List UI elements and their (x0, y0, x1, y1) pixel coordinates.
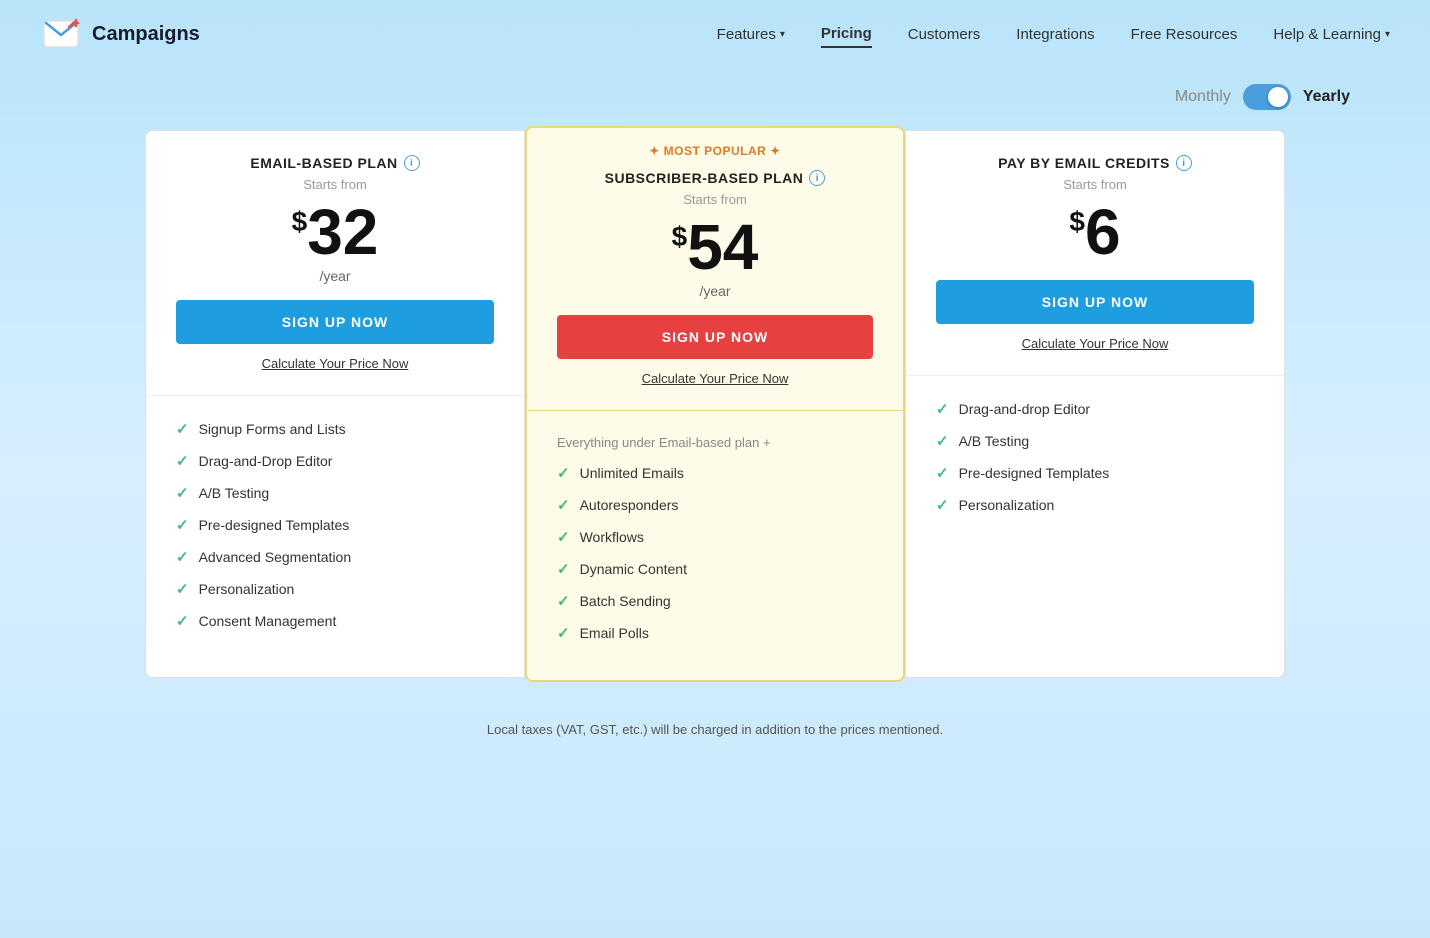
logo-text: Campaigns (92, 23, 200, 46)
billing-toggle-wrapper: Monthly Yearly (0, 68, 1430, 120)
popular-badge: ✦ MOST POPULAR ✦ (527, 128, 903, 164)
check-icon: ✓ (936, 432, 949, 450)
nav-links: Features ▾ Pricing Customers Integration… (717, 21, 1390, 48)
check-icon: ✓ (936, 496, 949, 514)
feature-intro-subscriber: Everything under Email-based plan + (557, 435, 873, 450)
logo[interactable]: Campaigns (40, 13, 200, 55)
toggle-thumb (1268, 87, 1288, 107)
price-period-email: /year (176, 268, 494, 284)
plan-pay-credits: PAY BY EMAIL CREDITS i Starts from $ 6 S… (905, 130, 1285, 678)
footer-note: Local taxes (VAT, GST, etc.) will be cha… (0, 708, 1430, 747)
plan-name-email: EMAIL-BASED PLAN i (176, 155, 494, 171)
feature-item: ✓ Autoresponders (557, 496, 873, 514)
starts-from-credits: Starts from (936, 177, 1254, 192)
plan-subscriber-based: ✦ MOST POPULAR ✦ SUBSCRIBER-BASED PLAN i… (525, 126, 905, 682)
feature-item: ✓ Signup Forms and Lists (176, 420, 494, 438)
chevron-down-icon: ▾ (1385, 29, 1390, 40)
plan-name-credits: PAY BY EMAIL CREDITS i (936, 155, 1254, 171)
starts-from-subscriber: Starts from (557, 192, 873, 207)
logo-icon (40, 13, 82, 55)
price-dollar-subscriber: $ (672, 221, 688, 253)
check-icon: ✓ (557, 464, 570, 482)
price-display-credits: $ 6 (936, 200, 1254, 264)
check-icon: ✓ (557, 528, 570, 546)
plan-email-based: EMAIL-BASED PLAN i Starts from $ 32 /yea… (145, 130, 525, 678)
price-dollar-email: $ (292, 206, 308, 238)
monthly-label: Monthly (1175, 88, 1231, 106)
info-icon-credits[interactable]: i (1176, 155, 1192, 171)
check-icon: ✓ (557, 496, 570, 514)
feature-item: ✓ Pre-designed Templates (936, 464, 1254, 482)
sign-up-credits-button[interactable]: SIGN UP NOW (936, 280, 1254, 324)
feature-item: ✓ Email Polls (557, 624, 873, 642)
check-icon: ✓ (176, 548, 189, 566)
calc-link-email[interactable]: Calculate Your Price Now (176, 356, 494, 375)
check-icon: ✓ (176, 516, 189, 534)
feature-item: ✓ A/B Testing (936, 432, 1254, 450)
nav-pricing[interactable]: Pricing (821, 21, 872, 48)
check-icon: ✓ (176, 420, 189, 438)
check-icon: ✓ (176, 484, 189, 502)
feature-item: ✓ Advanced Segmentation (176, 548, 494, 566)
plan-name-subscriber: SUBSCRIBER-BASED PLAN i (557, 170, 873, 186)
plan-top-credits: PAY BY EMAIL CREDITS i Starts from $ 6 S… (906, 131, 1284, 376)
billing-toggle[interactable] (1243, 84, 1291, 110)
check-icon: ✓ (936, 400, 949, 418)
feature-item: ✓ Pre-designed Templates (176, 516, 494, 534)
check-icon: ✓ (557, 592, 570, 610)
calc-link-subscriber[interactable]: Calculate Your Price Now (557, 371, 873, 390)
check-icon: ✓ (557, 560, 570, 578)
price-period-subscriber: /year (557, 283, 873, 299)
price-amount-credits: 6 (1085, 200, 1121, 264)
price-amount-email: 32 (307, 200, 378, 264)
sign-up-email-button[interactable]: SIGN UP NOW (176, 300, 494, 344)
price-dollar-credits: $ (1069, 206, 1085, 238)
check-icon: ✓ (176, 612, 189, 630)
feature-item: ✓ Workflows (557, 528, 873, 546)
starts-from-email: Starts from (176, 177, 494, 192)
nav-help[interactable]: Help & Learning ▾ (1273, 22, 1390, 47)
nav-features[interactable]: Features ▾ (717, 22, 785, 47)
check-icon: ✓ (936, 464, 949, 482)
feature-item: ✓ Personalization (176, 580, 494, 598)
plan-features-credits: ✓ Drag-and-drop Editor ✓ A/B Testing ✓ P… (906, 376, 1284, 677)
feature-item: ✓ A/B Testing (176, 484, 494, 502)
check-icon: ✓ (176, 452, 189, 470)
price-amount-subscriber: 54 (687, 215, 758, 279)
info-icon-subscriber[interactable]: i (809, 170, 825, 186)
calc-link-credits[interactable]: Calculate Your Price Now (936, 336, 1254, 355)
nav-integrations[interactable]: Integrations (1016, 22, 1094, 47)
nav-free-resources[interactable]: Free Resources (1131, 22, 1238, 47)
price-display-subscriber: $ 54 (557, 215, 873, 279)
feature-item: ✓ Drag-and-Drop Editor (176, 452, 494, 470)
pricing-section: EMAIL-BASED PLAN i Starts from $ 32 /yea… (0, 120, 1430, 708)
feature-item: ✓ Drag-and-drop Editor (936, 400, 1254, 418)
yearly-label: Yearly (1303, 88, 1350, 106)
plan-features-email: ✓ Signup Forms and Lists ✓ Drag-and-Drop… (146, 396, 524, 677)
feature-item: ✓ Consent Management (176, 612, 494, 630)
nav-customers[interactable]: Customers (908, 22, 981, 47)
chevron-down-icon: ▾ (780, 29, 785, 40)
feature-item: ✓ Dynamic Content (557, 560, 873, 578)
sign-up-subscriber-button[interactable]: SIGN UP NOW (557, 315, 873, 359)
check-icon: ✓ (176, 580, 189, 598)
feature-item: ✓ Personalization (936, 496, 1254, 514)
plan-features-subscriber: Everything under Email-based plan + ✓ Un… (527, 411, 903, 680)
plan-top-subscriber: SUBSCRIBER-BASED PLAN i Starts from $ 54… (527, 164, 903, 411)
navbar: Campaigns Features ▾ Pricing Customers I… (0, 0, 1430, 68)
feature-item: ✓ Batch Sending (557, 592, 873, 610)
check-icon: ✓ (557, 624, 570, 642)
info-icon-email[interactable]: i (404, 155, 420, 171)
plan-top-email: EMAIL-BASED PLAN i Starts from $ 32 /yea… (146, 131, 524, 396)
price-display-email: $ 32 (176, 200, 494, 264)
feature-item: ✓ Unlimited Emails (557, 464, 873, 482)
